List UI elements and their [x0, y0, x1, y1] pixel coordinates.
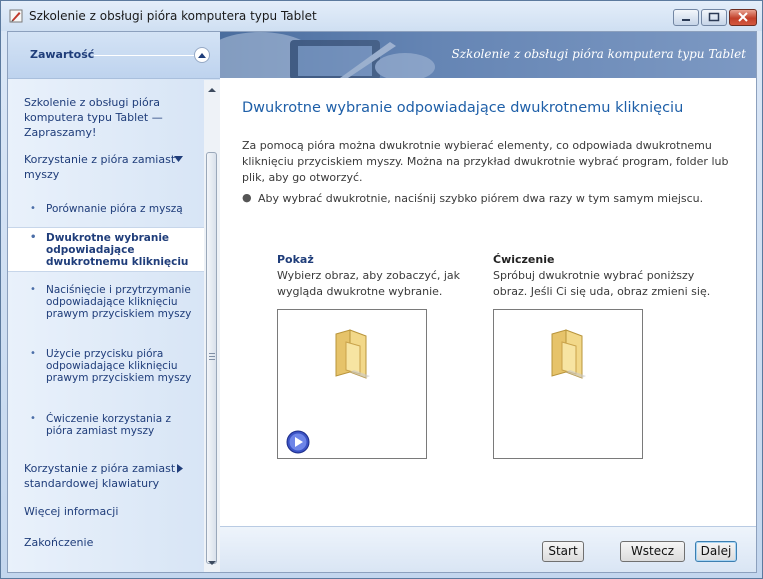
exercise-practice-box[interactable]: [493, 309, 643, 459]
bullet-icon: •: [30, 232, 37, 243]
sidebar-item-label: Korzystanie z pióra zamiast myszy: [24, 153, 176, 181]
show-demo-box[interactable]: [277, 309, 427, 459]
navigation-footer: Start Wstecz Dalej: [220, 526, 756, 572]
bullet-icon: •: [30, 284, 36, 295]
instruction-text: Aby wybrać dwukrotnie, naciśnij szybko p…: [258, 192, 704, 205]
collapse-sidebar-button[interactable]: [194, 47, 210, 63]
minimize-button[interactable]: [673, 9, 699, 26]
main-panel: Dwukrotne wybranie odpowiadające dwukrot…: [220, 78, 756, 526]
play-demo-icon[interactable]: [286, 430, 310, 454]
sidebar-item-double-tap[interactable]: • Dwukrotne wybranie odpowiadające dwukr…: [8, 227, 204, 272]
scroll-up-arrow-icon[interactable]: [207, 85, 217, 95]
show-title: Pokaż: [277, 253, 314, 266]
contents-sidebar: Zawartość Szkolenie z obsługi pióra komp…: [8, 32, 220, 572]
next-button[interactable]: Dalej: [695, 541, 737, 562]
sidebar-item-label: Korzystanie z pióra zamiast standardowej…: [24, 462, 176, 490]
content-area: Zawartość Szkolenie z obsługi pióra komp…: [7, 31, 757, 573]
bullet-icon: •: [30, 413, 36, 424]
sidebar-item-label: Porównanie pióra z myszą: [46, 203, 183, 215]
maximize-button[interactable]: [701, 9, 727, 26]
sidebar-scrollbar[interactable]: [204, 80, 220, 572]
chevron-right-icon: [177, 464, 183, 473]
sidebar-item-pen-button[interactable]: • Użycie przycisku pióra odpowiadające k…: [30, 348, 201, 384]
sidebar-item-pen-vs-mouse[interactable]: • Porównanie pióra z myszą: [30, 203, 206, 215]
window-title: Szkolenie z obsługi pióra komputera typu…: [29, 9, 317, 23]
scrollbar-thumb[interactable]: [206, 152, 217, 564]
intro-text: Za pomocą pióra można dwukrotnie wybiera…: [242, 139, 729, 184]
header-banner: Szkolenie z obsługi pióra komputera typu…: [220, 32, 756, 78]
maximize-icon: [708, 12, 720, 22]
sidebar-item-more-info[interactable]: Więcej informacji: [24, 504, 194, 519]
bullet-icon: •: [30, 348, 36, 359]
exercise-title: Ćwiczenie: [493, 253, 555, 266]
sidebar-item-label: Naciśnięcie i przytrzymanie odpowiadając…: [46, 284, 192, 320]
sidebar-item-label: Dwukrotne wybranie odpowiadające dwukrot…: [46, 232, 189, 268]
back-button[interactable]: Wstecz: [620, 541, 685, 562]
sidebar-header-divider: [94, 55, 194, 56]
chevron-up-icon: [198, 53, 206, 58]
sidebar-item-pen-instead-of-mouse[interactable]: Korzystanie z pióra zamiast myszy: [24, 152, 194, 182]
close-icon: [738, 12, 748, 22]
close-button[interactable]: [729, 9, 757, 26]
sidebar-item-practice[interactable]: • Ćwiczenie korzystania z pióra zamiast …: [30, 413, 196, 437]
sidebar-header: Zawartość: [8, 32, 220, 79]
chevron-down-icon: [174, 156, 183, 162]
exercise-description: Spróbuj dwukrotnie wybrać poniższy obraz…: [493, 269, 711, 298]
sidebar-item-label: Użycie przycisku pióra odpowiadające kli…: [46, 348, 192, 384]
show-description: Wybierz obraz, aby zobaczyć, jak wygląda…: [277, 269, 461, 298]
folder-icon[interactable]: [330, 328, 372, 380]
sidebar-item-welcome[interactable]: Szkolenie z obsługi pióra komputera typu…: [24, 95, 194, 140]
scroll-down-arrow-icon[interactable]: [207, 558, 217, 568]
scrollbar-grip-icon: [209, 353, 215, 361]
sidebar-item-label: Ćwiczenie korzystania z pióra zamiast my…: [46, 413, 172, 437]
sidebar-item-pen-instead-of-keyboard[interactable]: Korzystanie z pióra zamiast standardowej…: [24, 461, 194, 491]
bullet-icon: •: [30, 203, 36, 214]
tablet-photo-banner-image: [220, 32, 435, 78]
contents-nav: Szkolenie z obsługi pióra komputera typu…: [8, 92, 204, 572]
tablet-pen-app-icon: [9, 9, 23, 23]
sidebar-item-press-and-hold[interactable]: • Naciśnięcie i przytrzymanie odpowiadaj…: [30, 284, 206, 320]
folder-icon[interactable]: [546, 328, 588, 380]
banner-title: Szkolenie z obsługi pióra komputera typu…: [451, 47, 746, 61]
page-title: Dwukrotne wybranie odpowiadające dwukrot…: [242, 100, 684, 116]
sidebar-item-finish[interactable]: Zakończenie: [24, 535, 194, 550]
title-bar[interactable]: Szkolenie z obsługi pióra komputera typu…: [1, 1, 762, 31]
bullet-icon: ●: [242, 191, 252, 204]
sidebar-title: Zawartość: [30, 48, 95, 61]
minimize-icon: [682, 19, 690, 21]
start-button[interactable]: Start: [542, 541, 584, 562]
app-window: Szkolenie z obsługi pióra komputera typu…: [0, 0, 763, 579]
